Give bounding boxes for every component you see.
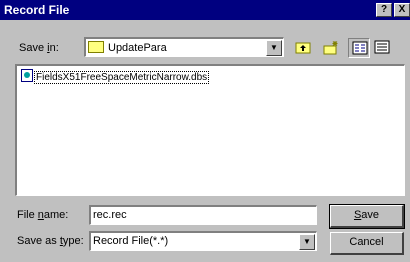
new-folder-button[interactable] [320, 38, 342, 58]
file-name-value: rec.rec [93, 209, 127, 221]
close-button[interactable]: X [394, 3, 410, 17]
save-button[interactable]: Save [329, 204, 405, 229]
save-in-value: UpdatePara [108, 42, 167, 54]
help-button[interactable]: ? [376, 3, 392, 17]
chevron-down-icon[interactable]: ▼ [299, 234, 315, 250]
new-folder-icon [323, 41, 338, 55]
list-item[interactable]: FieldsX51FreeSpaceMetricNarrow.dbs [21, 69, 210, 84]
window-title: Record File [4, 3, 70, 17]
chevron-down-icon[interactable]: ▼ [266, 40, 282, 56]
list-view-icon [352, 41, 368, 55]
save-in-dropdown[interactable]: UpdatePara ▼ [84, 37, 284, 57]
details-view-button[interactable] [371, 38, 393, 58]
save-in-label: Save in: [19, 42, 59, 54]
cancel-button[interactable]: Cancel [330, 232, 404, 255]
folder-icon [88, 41, 104, 53]
file-list[interactable]: FieldsX51FreeSpaceMetricNarrow.dbs [15, 64, 405, 196]
file-name-text: FieldsX51FreeSpaceMetricNarrow.dbs [33, 71, 210, 84]
save-as-type-value: Record File(*.*) [93, 235, 169, 247]
up-one-level-icon [295, 42, 311, 54]
list-view-button[interactable] [348, 38, 370, 58]
details-view-icon [374, 40, 390, 54]
save-as-type-label: Save as type: [17, 235, 84, 247]
up-one-level-button[interactable] [292, 38, 314, 58]
dbs-file-icon [21, 69, 33, 82]
save-as-type-dropdown[interactable]: Record File(*.*) ▼ [89, 231, 317, 251]
file-name-input[interactable]: rec.rec [89, 205, 317, 225]
file-name-label: File name: [17, 209, 69, 221]
title-bar: Record File ? X [0, 0, 410, 20]
